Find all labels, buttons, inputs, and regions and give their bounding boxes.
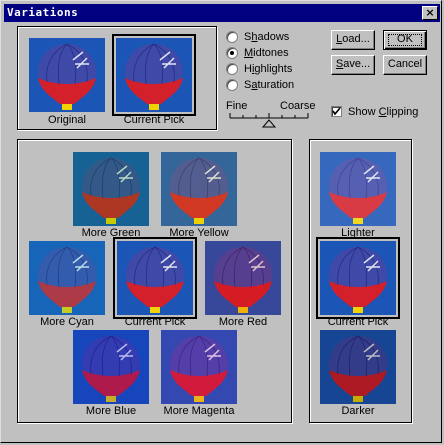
radio-saturation[interactable]: Saturation xyxy=(226,78,294,92)
load-button[interactable]: Load... xyxy=(331,30,375,50)
more-magenta-label: More Magenta xyxy=(163,405,235,417)
darker-label: Darker xyxy=(341,405,375,417)
balloon-image xyxy=(73,152,149,226)
darker-thumbnail[interactable] xyxy=(320,330,396,404)
balloon-image xyxy=(116,38,192,112)
radio-circle-midtones[interactable] xyxy=(226,47,238,59)
balloon-image xyxy=(117,241,193,315)
balloon-image xyxy=(29,38,105,112)
title-bar[interactable]: Variations × xyxy=(4,4,440,22)
slider-thumb xyxy=(261,119,277,128)
radio-shadows[interactable]: Shadows xyxy=(226,30,289,44)
more-red-thumbnail[interactable] xyxy=(205,241,281,315)
top-current-pick-thumbnail[interactable] xyxy=(112,34,196,116)
more-yellow-thumbnail[interactable] xyxy=(161,152,237,226)
slider-coarse-label: Coarse xyxy=(280,100,316,112)
more-yellow-label: More Yellow xyxy=(169,227,229,239)
radio-label-shadows: Shadows xyxy=(244,31,290,43)
balloon-image xyxy=(320,330,396,404)
brightness-current-pick-label: Current Pick xyxy=(327,316,389,328)
balloon-image xyxy=(161,152,237,226)
checkmark-icon xyxy=(332,107,341,116)
brightness-current-pick-thumbnail[interactable] xyxy=(316,237,400,319)
balloon-image xyxy=(161,330,237,404)
radio-label-saturation: Saturation xyxy=(244,79,295,91)
original-thumbnail[interactable] xyxy=(29,38,105,112)
ok-button[interactable]: OK xyxy=(383,30,427,50)
radio-circle-shadows[interactable] xyxy=(226,31,238,43)
lighter-label: Lighter xyxy=(341,227,375,239)
balloon-image xyxy=(320,241,396,315)
more-green-label: More Green xyxy=(81,227,141,239)
fine-coarse-slider[interactable] xyxy=(228,112,310,128)
more-green-thumbnail[interactable] xyxy=(73,152,149,226)
more-cyan-thumbnail[interactable] xyxy=(29,241,105,315)
radio-highlights[interactable]: Highlights xyxy=(226,62,292,76)
radio-label-midtones: Midtones xyxy=(244,47,289,59)
radio-circle-highlights[interactable] xyxy=(226,63,238,75)
slider-fine-label: Fine xyxy=(226,100,248,112)
more-blue-label: More Blue xyxy=(85,405,137,417)
color-current-pick-label: Current Pick xyxy=(124,316,186,328)
window-title: Variations xyxy=(7,6,79,19)
close-button[interactable]: × xyxy=(422,6,438,20)
balloon-image xyxy=(320,152,396,226)
radio-circle-saturation[interactable] xyxy=(226,79,238,91)
balloon-image xyxy=(73,330,149,404)
balloon-image xyxy=(29,241,105,315)
more-red-label: More Red xyxy=(218,316,268,328)
radio-label-highlights: Highlights xyxy=(244,63,293,75)
show-clipping-checkbox[interactable] xyxy=(331,106,342,117)
radio-midtones[interactable]: Midtones xyxy=(226,46,289,60)
balloon-image xyxy=(205,241,281,315)
color-current-pick-thumbnail[interactable] xyxy=(113,237,197,319)
original-label: Original xyxy=(48,114,86,126)
top-current-pick-label: Current Pick xyxy=(123,114,185,126)
more-cyan-label: More Cyan xyxy=(40,316,94,328)
more-blue-thumbnail[interactable] xyxy=(73,330,149,404)
more-magenta-thumbnail[interactable] xyxy=(161,330,237,404)
cancel-button[interactable]: Cancel xyxy=(383,55,427,75)
save-button[interactable]: Save... xyxy=(331,55,375,75)
show-clipping-label[interactable]: Show Clipping xyxy=(348,106,418,118)
lighter-thumbnail[interactable] xyxy=(320,152,396,226)
